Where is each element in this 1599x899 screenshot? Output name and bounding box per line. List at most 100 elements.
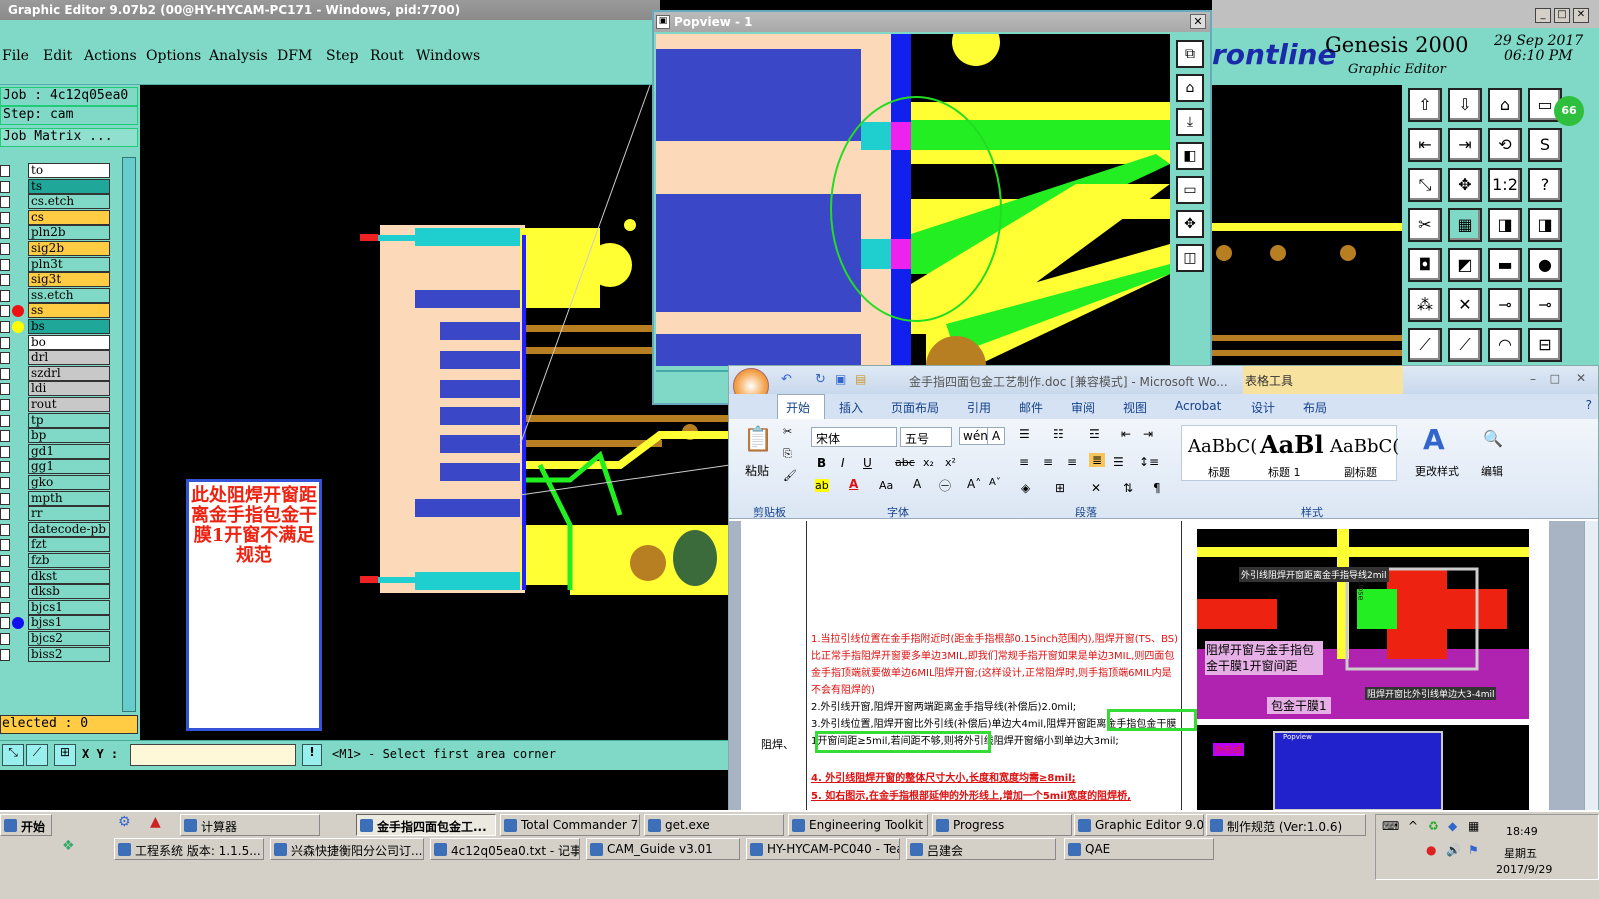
tab-insert[interactable]: 插入: [839, 399, 863, 416]
cut-icon[interactable]: ✂: [783, 425, 792, 438]
layer-gko[interactable]: gko: [28, 475, 110, 490]
font-name-select[interactable]: 宋体: [811, 427, 897, 447]
graphic-canvas[interactable]: 此处阻焊开窗距离金手指包金干膜1开窗不满足规范: [140, 85, 730, 740]
shrink-font-icon[interactable]: A˅: [989, 477, 1001, 488]
task2-0[interactable]: 工程系统 版本: 1.1.5...: [114, 838, 264, 860]
menu-file[interactable]: File: [2, 48, 29, 64]
zoom-tool-icon[interactable]: ⤡: [2, 744, 24, 766]
tab-view[interactable]: 视图: [1123, 399, 1147, 416]
minimize-icon[interactable]: _: [1535, 8, 1551, 23]
task-6[interactable]: Graphic Editor 9.07b2...: [1074, 814, 1204, 836]
help-icon[interactable]: ?: [1586, 398, 1592, 412]
menu-step[interactable]: Step: [326, 48, 358, 64]
layer-checkbox[interactable]: [0, 648, 10, 661]
tab-acrobat[interactable]: Acrobat: [1175, 399, 1221, 413]
layer-ts[interactable]: ts: [28, 178, 110, 194]
move-up-icon[interactable]: ⇧: [1408, 88, 1442, 122]
change-case-icon[interactable]: Aa: [879, 479, 893, 492]
tab-references[interactable]: 引用: [967, 399, 991, 416]
pattern-icon[interactable]: ⊟: [1528, 328, 1562, 362]
mini-canvas[interactable]: [1212, 85, 1402, 370]
tray-flag-icon[interactable]: ⚑: [1468, 843, 1479, 857]
layer-pln2b[interactable]: pln2b: [28, 225, 110, 241]
job-matrix-button[interactable]: Job Matrix ...: [0, 128, 138, 147]
pan-icon[interactable]: ◧: [1176, 142, 1204, 170]
menu-windows[interactable]: Windows: [416, 48, 480, 64]
task2-5[interactable]: 吕建会: [906, 838, 1056, 860]
menu-options[interactable]: Options: [146, 48, 201, 64]
ruler-icon[interactable]: ▬: [1488, 248, 1522, 282]
styles-gallery[interactable]: AaBbC( 标题 AaBl 标题 1 AaBbC( 副标题: [1181, 425, 1399, 481]
layer-bs[interactable]: bs: [28, 319, 110, 334]
task-4[interactable]: Engineering Toolkit 9....: [788, 814, 928, 836]
zoom-fit-icon[interactable]: ⧉: [1176, 40, 1204, 68]
grid-icon[interactable]: ▦: [1448, 208, 1482, 242]
task-2[interactable]: Total Commander 7.0...: [500, 814, 640, 836]
tab-page-layout[interactable]: 页面布局: [891, 399, 939, 416]
layer-dksb[interactable]: dksb: [28, 584, 110, 600]
layer-checkbox[interactable]: [0, 477, 10, 489]
layer-to[interactable]: to: [28, 163, 110, 178]
layer-checkbox[interactable]: [0, 196, 10, 209]
layer-tp[interactable]: tp: [28, 412, 110, 428]
grid-icon[interactable]: ◫: [1176, 244, 1204, 272]
show-marks-icon[interactable]: ¶: [1153, 481, 1161, 495]
font-size-select[interactable]: 五号: [900, 427, 952, 447]
net-icon[interactable]: ⁂: [1408, 288, 1442, 322]
layer-checkbox[interactable]: [0, 274, 10, 287]
justify-icon[interactable]: ≣: [1089, 453, 1106, 467]
bold-icon[interactable]: B: [817, 456, 826, 470]
layer-checkbox[interactable]: [0, 508, 10, 521]
quicklaunch-tools-icon[interactable]: ⚙: [118, 814, 131, 830]
layer-checkbox[interactable]: [0, 617, 10, 630]
increase-indent-icon[interactable]: ⇥: [1143, 427, 1153, 441]
pad-icon[interactable]: ●: [1528, 248, 1562, 282]
layer-drl[interactable]: drl: [28, 350, 110, 366]
layer-red2-icon[interactable]: ◨: [1528, 208, 1562, 242]
doc-scrollbar[interactable]: [1584, 521, 1598, 811]
layer-bjcs2[interactable]: bjcs2: [28, 631, 110, 646]
align-right-icon[interactable]: ≡: [1067, 455, 1077, 469]
layer-sig2b[interactable]: sig2b: [28, 241, 110, 256]
layer-fzt[interactable]: fzt: [28, 537, 110, 553]
layer-bjss1[interactable]: bjss1: [28, 615, 110, 631]
tray-keyboard-icon[interactable]: ⌨: [1382, 819, 1399, 833]
line-red-icon[interactable]: ⟋: [1408, 328, 1442, 362]
xy-input[interactable]: [130, 744, 296, 766]
redo-icon[interactable]: ↻: [815, 372, 826, 387]
layer-checkbox[interactable]: [0, 633, 10, 645]
close-icon[interactable]: ✕: [1190, 14, 1206, 29]
open-icon[interactable]: ▤: [855, 372, 866, 386]
paste-icon[interactable]: 📋: [743, 425, 773, 453]
task-1[interactable]: 金手指四面包金工...: [356, 814, 496, 836]
move-left-icon[interactable]: ⇤: [1408, 128, 1442, 162]
layer-sig3t[interactable]: sig3t: [28, 272, 110, 288]
char-shading-icon[interactable]: A: [913, 477, 921, 491]
info-icon[interactable]: !: [302, 744, 322, 766]
move-right-icon[interactable]: ⇥: [1448, 128, 1482, 162]
style-sample-2[interactable]: AaBl: [1260, 430, 1324, 459]
task-7[interactable]: 制作规范 (Ver:1.0.6): [1206, 814, 1366, 836]
layer-checkbox[interactable]: [0, 461, 10, 474]
layer-mpth[interactable]: mpth: [28, 490, 110, 506]
layer-checkbox[interactable]: [0, 321, 10, 333]
layer-fzb[interactable]: fzb: [28, 553, 110, 568]
layer-biss2[interactable]: biss2: [28, 646, 110, 662]
layer-ldi[interactable]: ldi: [28, 381, 110, 397]
layer-checkbox[interactable]: [0, 336, 10, 349]
layer-ss[interactable]: ss: [28, 303, 110, 319]
menu-dfm[interactable]: DFM: [277, 48, 312, 64]
highlight-icon[interactable]: ab: [815, 479, 829, 492]
layer-gg1[interactable]: gg1: [28, 459, 110, 475]
layer-bjcs1[interactable]: bjcs1: [28, 599, 110, 615]
step-icon[interactable]: ▭: [1176, 176, 1204, 204]
font-color-icon[interactable]: A: [849, 477, 858, 491]
layer-gd1[interactable]: gd1: [28, 443, 110, 459]
layer-checkbox[interactable]: [0, 180, 10, 193]
bullets-icon[interactable]: ☰: [1019, 427, 1030, 441]
layer-checkbox[interactable]: [0, 211, 10, 224]
select-icon[interactable]: ◘: [1408, 248, 1442, 282]
line-spacing-icon[interactable]: ↕≡: [1139, 455, 1159, 469]
ratio-icon[interactable]: 1:2: [1488, 168, 1522, 202]
layer-checkbox[interactable]: [0, 352, 10, 365]
